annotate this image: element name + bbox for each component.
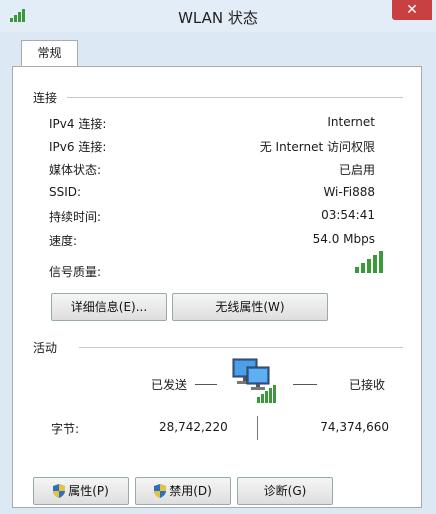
activity-divider — [79, 347, 403, 348]
general-panel: 连接 IPv4 连接: Internet IPv6 连接: 无 Internet… — [12, 66, 422, 508]
disable-button[interactable]: 禁用(D) — [135, 477, 231, 505]
activity-section-title: 活动 — [33, 341, 58, 355]
bytes-label: 字节: — [51, 422, 80, 436]
close-icon: ✕ — [406, 2, 418, 18]
received-label: 已接收 — [349, 378, 386, 392]
media-state-label: 媒体状态: — [49, 163, 102, 177]
ssid-value: Wi-Fi888 — [323, 185, 375, 199]
diagnose-button[interactable]: 诊断(G) — [237, 477, 333, 505]
signal-strength-icon — [355, 251, 383, 273]
uac-shield-icon — [154, 484, 167, 498]
ipv6-value: 无 Internet 访问权限 — [259, 140, 375, 154]
bytes-separator — [257, 416, 258, 440]
title-bar: WLAN 状态 ✕ — [0, 0, 436, 32]
wireless-properties-button[interactable]: 无线属性(W) — [172, 293, 328, 321]
received-line — [293, 384, 317, 385]
signal-quality-label: 信号质量: — [49, 265, 102, 279]
ipv4-value: Internet — [327, 115, 375, 129]
duration-value: 03:54:41 — [321, 208, 375, 222]
tab-general[interactable]: 常规 — [21, 40, 78, 67]
ipv6-label: IPv6 连接: — [49, 140, 107, 154]
sent-line — [195, 384, 217, 385]
bytes-received-value: 74,374,660 — [320, 420, 389, 434]
speed-value: 54.0 Mbps — [312, 232, 375, 246]
ipv4-label: IPv4 连接: — [49, 117, 107, 131]
properties-button-label: 属性(P) — [68, 484, 109, 498]
media-state-value: 已启用 — [338, 163, 375, 177]
bytes-sent-value: 28,742,220 — [159, 420, 228, 434]
speed-label: 速度: — [49, 234, 78, 248]
duration-label: 持续时间: — [49, 210, 102, 224]
window-title: WLAN 状态 — [178, 9, 258, 27]
uac-shield-icon — [53, 484, 66, 498]
tab-strip: 常规 — [9, 32, 428, 67]
network-computers-icon — [232, 358, 276, 403]
connection-section-title: 连接 — [33, 91, 58, 105]
connection-divider — [67, 97, 403, 98]
properties-button[interactable]: 属性(P) — [33, 477, 129, 505]
ssid-label: SSID: — [49, 185, 82, 199]
details-button[interactable]: 详细信息(E)... — [51, 293, 167, 321]
disable-button-label: 禁用(D) — [169, 484, 212, 498]
close-button[interactable]: ✕ — [392, 0, 432, 20]
sent-label: 已发送 — [151, 378, 188, 392]
